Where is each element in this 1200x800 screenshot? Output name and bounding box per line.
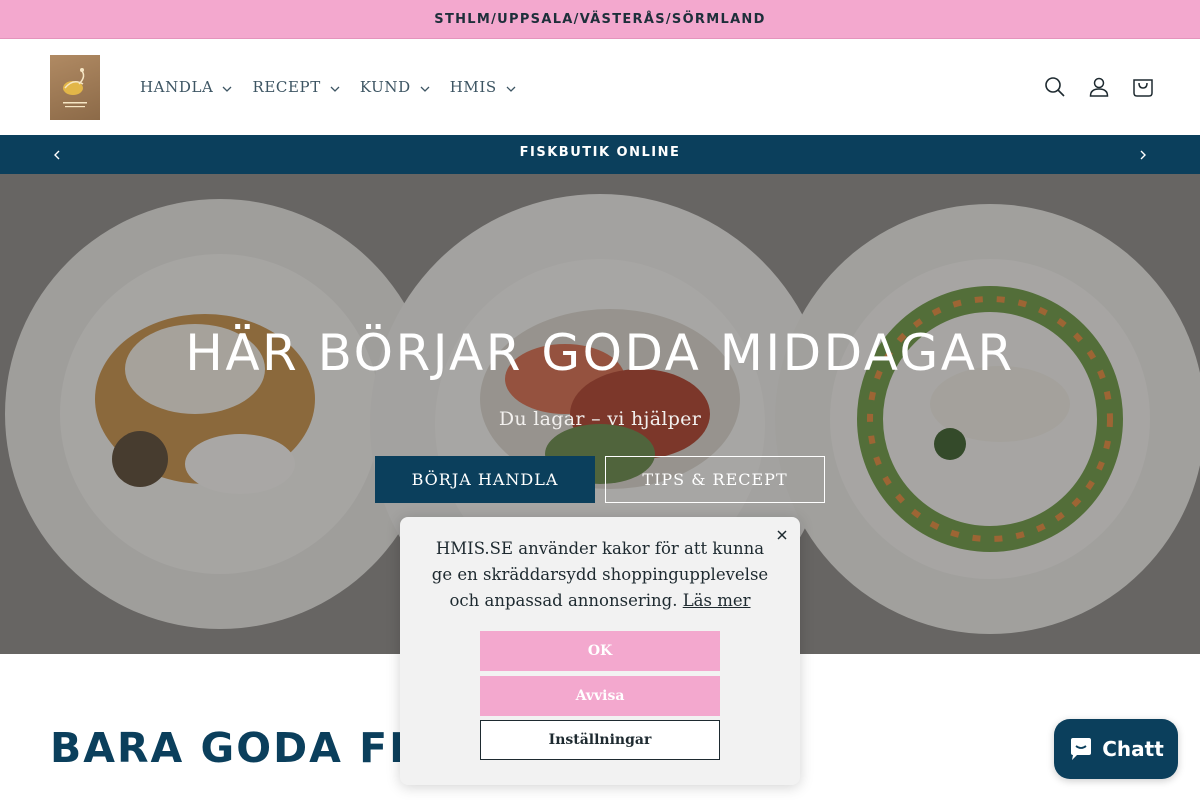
- header-icons: [1044, 39, 1154, 135]
- nav-recept[interactable]: RECEPT: [252, 78, 340, 96]
- chat-button[interactable]: Chatt: [1054, 719, 1178, 779]
- cookie-deny-button[interactable]: Avvisa: [480, 676, 720, 716]
- nav-handla[interactable]: HANDLA: [140, 78, 232, 96]
- nav-handla-label: HANDLA: [140, 78, 214, 96]
- nav-recept-label: RECEPT: [252, 78, 321, 96]
- hero-subtitle: Du lagar – vi hjälper: [498, 408, 702, 430]
- cookie-banner: HMIS.SE använder kakor för att kunna ge …: [400, 517, 800, 785]
- top-announcement-bar: STHLM/UPPSALA/VÄSTERÅS/SÖRMLAND: [0, 0, 1200, 39]
- logo[interactable]: [50, 55, 100, 120]
- chat-label: Chatt: [1102, 737, 1164, 761]
- chevron-down-icon: [506, 78, 516, 96]
- cookie-message: HMIS.SE använder kakor för att kunna ge …: [430, 536, 770, 614]
- chevron-down-icon: [222, 78, 232, 96]
- logo-emblem-icon: [63, 67, 87, 107]
- cookie-ok-button[interactable]: OK: [480, 631, 720, 671]
- nav-kund-label: KUND: [359, 78, 411, 96]
- cart-icon[interactable]: [1132, 76, 1154, 98]
- close-icon[interactable]: [774, 527, 790, 543]
- site-header: HANDLA RECEPT KUND HMIS: [0, 39, 1200, 135]
- nav-hmis-label: HMIS: [449, 78, 497, 96]
- start-shopping-button[interactable]: BÖRJA HANDLA: [375, 456, 595, 503]
- tips-recipes-button[interactable]: TIPS & RECEPT: [605, 456, 825, 503]
- next-arrow-icon[interactable]: [1128, 135, 1158, 174]
- cookie-settings-button[interactable]: Inställningar: [480, 720, 720, 760]
- hero-title: HÄR BÖRJAR GODA MIDDAGAR: [185, 324, 1015, 382]
- chevron-down-icon: [420, 78, 430, 96]
- announcement-text: FISKBUTIK ONLINE: [519, 145, 681, 160]
- main-nav: HANDLA RECEPT KUND HMIS: [140, 39, 536, 135]
- nav-hmis[interactable]: HMIS: [450, 78, 516, 96]
- nav-kund[interactable]: KUND: [360, 78, 430, 96]
- chat-bubble-icon: [1071, 738, 1092, 760]
- read-more-link[interactable]: Läs mer: [683, 591, 751, 610]
- regions-text: STHLM/UPPSALA/VÄSTERÅS/SÖRMLAND: [434, 11, 766, 27]
- search-icon[interactable]: [1044, 76, 1066, 98]
- announcement-slider: FISKBUTIK ONLINE: [0, 135, 1200, 174]
- account-icon[interactable]: [1088, 76, 1110, 98]
- chevron-down-icon: [330, 78, 340, 96]
- previous-arrow-icon[interactable]: [42, 135, 72, 174]
